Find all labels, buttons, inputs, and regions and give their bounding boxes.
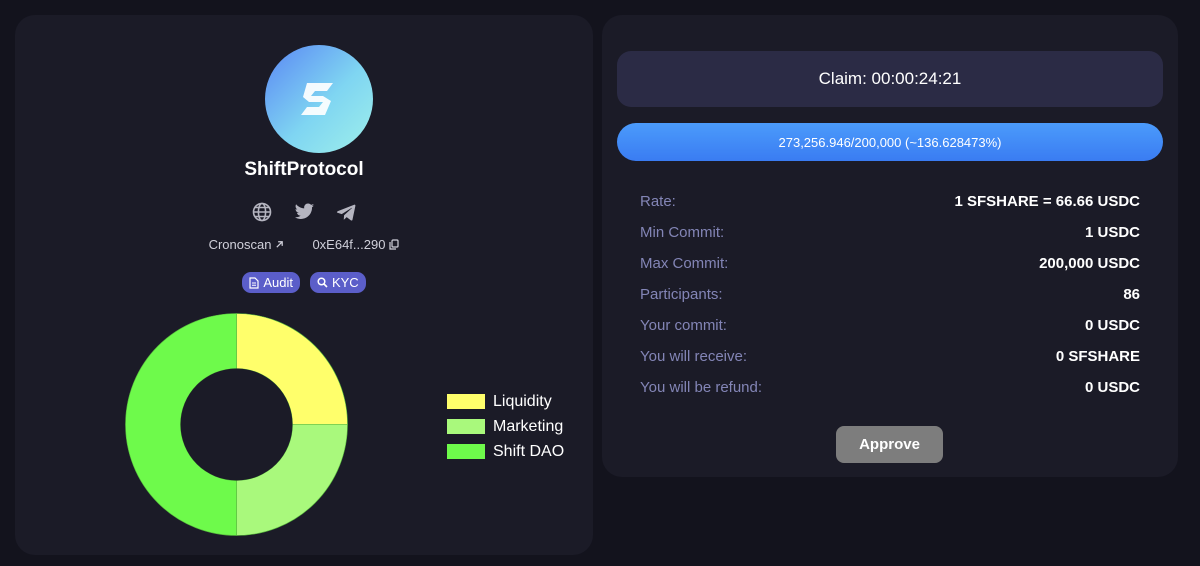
legend-swatch bbox=[447, 394, 485, 409]
cronoscan-link[interactable]: Cronoscan bbox=[209, 237, 285, 252]
detail-label: Max Commit: bbox=[640, 255, 729, 272]
detail-label: You will receive: bbox=[640, 348, 747, 365]
detail-label: Rate: bbox=[640, 193, 676, 210]
legend-item: Shift DAO bbox=[447, 439, 564, 464]
detail-row: Participants: 86 bbox=[640, 279, 1140, 310]
detail-value: 86 bbox=[1123, 286, 1140, 303]
legend-label: Marketing bbox=[493, 417, 564, 435]
social-links bbox=[15, 201, 593, 223]
sale-details: Rate: 1 SFSHARE = 66.66 USDC Min Commit: 1 … bbox=[640, 186, 1140, 403]
detail-value: 0 SFSHARE bbox=[1055, 348, 1140, 365]
telegram-icon[interactable] bbox=[335, 201, 357, 223]
copy-icon[interactable] bbox=[389, 239, 400, 250]
legend-item: Liquidity bbox=[447, 389, 564, 414]
audit-badge-label: Audit bbox=[263, 275, 293, 290]
sale-progress-bar: 273,256.946/200,000 (~136.628473%) bbox=[617, 123, 1163, 161]
project-logo bbox=[265, 45, 373, 153]
claim-countdown: Claim: 00:00:24:21 bbox=[617, 51, 1163, 107]
contract-links: Cronoscan 0xE64f...290 bbox=[15, 237, 593, 252]
badge-row: Audit KYC bbox=[15, 272, 593, 293]
chart-legend: Liquidity Marketing Shift DAO bbox=[447, 389, 564, 464]
twitter-icon[interactable] bbox=[293, 201, 315, 223]
detail-row: Min Commit: 1 USDC bbox=[640, 217, 1140, 248]
legend-swatch bbox=[447, 419, 485, 434]
detail-label: Min Commit: bbox=[640, 224, 725, 241]
donut-chart bbox=[125, 313, 348, 536]
detail-row: Rate: 1 SFSHARE = 66.66 USDC bbox=[640, 186, 1140, 217]
sale-card: Claim: 00:00:24:21 273,256.946/200,000 (… bbox=[602, 15, 1178, 477]
project-card: ShiftProtocol Cronoscan 0xE64f...290 Aud… bbox=[15, 15, 593, 555]
external-link-icon bbox=[276, 241, 284, 248]
document-icon bbox=[249, 276, 259, 289]
legend-swatch bbox=[447, 444, 485, 459]
detail-row: Max Commit: 200,000 USDC bbox=[640, 248, 1140, 279]
detail-row: You will receive: 0 SFSHARE bbox=[640, 341, 1140, 372]
approve-button[interactable]: Approve bbox=[836, 426, 943, 463]
audit-badge[interactable]: Audit bbox=[242, 272, 300, 293]
shift-logo-icon bbox=[301, 83, 333, 115]
detail-value: 1 USDC bbox=[1084, 224, 1140, 241]
contract-address[interactable]: 0xE64f...290 bbox=[312, 237, 400, 252]
legend-label: Shift DAO bbox=[493, 442, 565, 460]
detail-label: Your commit: bbox=[640, 317, 727, 334]
search-icon bbox=[317, 277, 328, 288]
kyc-badge-label: KYC bbox=[331, 275, 359, 290]
detail-label: You will be refund: bbox=[640, 379, 763, 396]
cronoscan-label: Cronoscan bbox=[208, 237, 272, 252]
allocation-chart bbox=[124, 312, 349, 537]
detail-label: Participants: bbox=[640, 286, 723, 303]
project-name: ShiftProtocol bbox=[244, 159, 364, 180]
globe-icon[interactable] bbox=[251, 201, 273, 223]
detail-row: Your commit: 0 USDC bbox=[640, 310, 1140, 341]
detail-value: 0 USDC bbox=[1084, 317, 1140, 334]
detail-value: 0 USDC bbox=[1084, 379, 1140, 396]
donut-hole bbox=[180, 368, 293, 481]
detail-value: 200,000 USDC bbox=[1039, 255, 1140, 272]
kyc-badge[interactable]: KYC bbox=[309, 272, 366, 293]
detail-value: 1 SFSHARE = 66.66 USDC bbox=[954, 193, 1141, 210]
progress-text: 273,256.946/200,000 (~136.628473%) bbox=[778, 134, 1002, 150]
legend-item: Marketing bbox=[447, 414, 564, 439]
legend-label: Liquidity bbox=[493, 392, 552, 410]
detail-row: You will be refund: 0 USDC bbox=[640, 372, 1140, 403]
contract-address-text: 0xE64f...290 bbox=[312, 237, 386, 252]
